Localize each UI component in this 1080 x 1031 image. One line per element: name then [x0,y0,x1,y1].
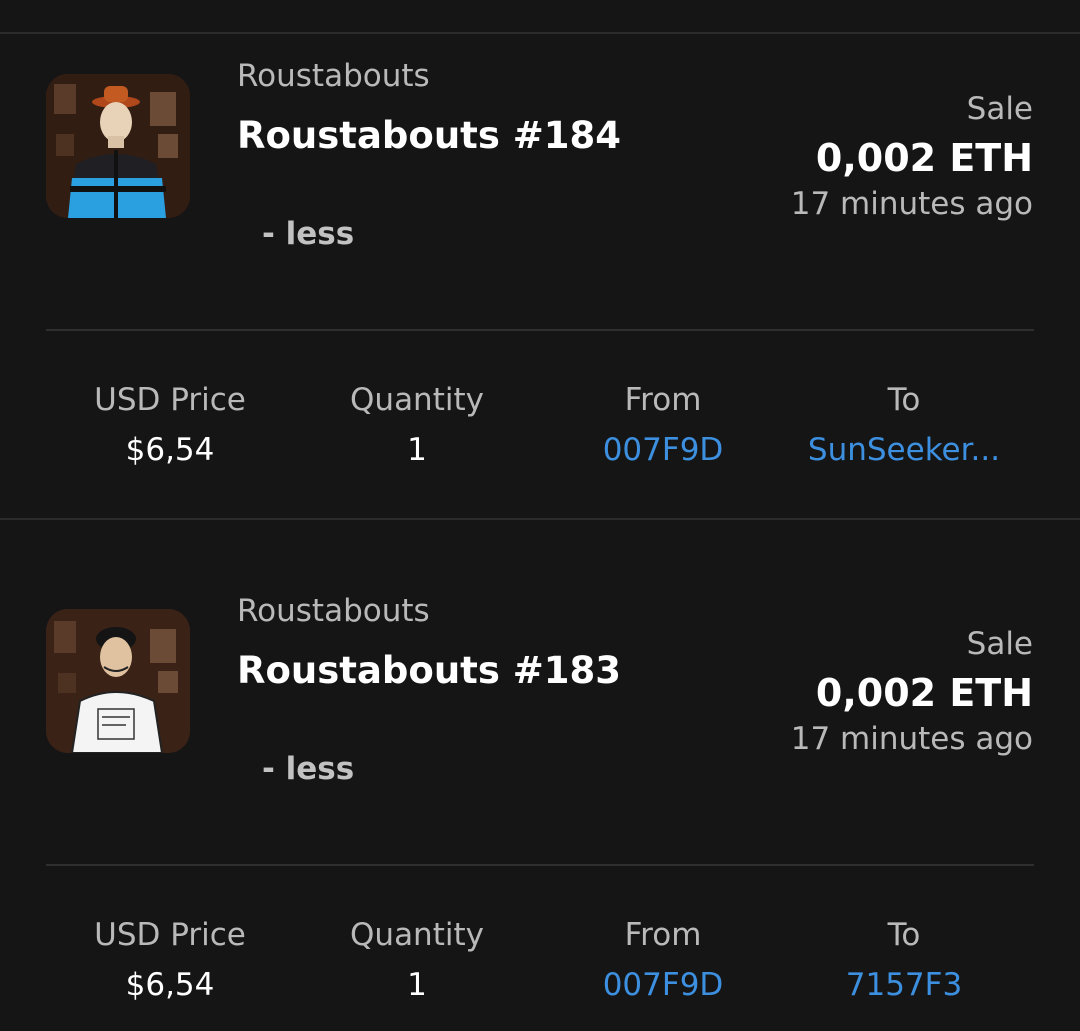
stat-label: Quantity [350,917,484,953]
details-divider [46,864,1034,866]
time-ago: 17 minutes ago [790,721,1033,757]
show-less-toggle[interactable]: - less [262,216,354,252]
stat-from: From 007F9D [540,380,786,470]
nft-character-image [46,74,190,218]
nft-title[interactable]: Roustabouts #184 [237,114,621,157]
stat-usd-price: USD Price $6,54 [47,915,293,1005]
stat-label: From [624,382,702,418]
top-divider [0,32,1080,34]
nft-title[interactable]: Roustabouts #183 [237,649,621,692]
stat-quantity: Quantity 1 [294,380,540,470]
stat-to: To 7157F3 [781,915,1027,1005]
from-address-link[interactable]: 007F9D [540,965,786,1005]
price-eth: 0,002 ETH [815,136,1033,180]
stat-label: To [887,917,921,953]
activity-separator [0,518,1080,520]
stat-label: USD Price [94,382,246,418]
nft-character-image [46,609,190,753]
stat-from: From 007F9D [540,915,786,1005]
activity-feed: Roustabouts Roustabouts #184 - less Sale… [0,0,1080,1031]
event-type: Sale [966,91,1033,127]
stat-value: 1 [407,967,427,1003]
details-divider [46,329,1034,331]
to-address-link[interactable]: SunSeeker... [781,430,1027,470]
stat-label: USD Price [94,917,246,953]
from-address-link[interactable]: 007F9D [540,430,786,470]
stat-value: $6,54 [125,967,215,1003]
stat-quantity: Quantity 1 [294,915,540,1005]
stat-usd-price: USD Price $6,54 [47,380,293,470]
to-address-link[interactable]: 7157F3 [781,965,1027,1005]
nft-thumbnail[interactable] [46,609,190,753]
nft-thumbnail[interactable] [46,74,190,218]
collection-name[interactable]: Roustabouts [237,58,430,94]
stat-value: 1 [407,432,427,468]
stat-label: Quantity [350,382,484,418]
price-eth: 0,002 ETH [815,671,1033,715]
collection-name[interactable]: Roustabouts [237,593,430,629]
stat-to: To SunSeeker... [781,380,1027,470]
event-type: Sale [966,626,1033,662]
show-less-toggle[interactable]: - less [262,751,354,787]
time-ago: 17 minutes ago [790,186,1033,222]
stat-label: From [624,917,702,953]
stat-value: $6,54 [125,432,215,468]
stat-label: To [887,382,921,418]
